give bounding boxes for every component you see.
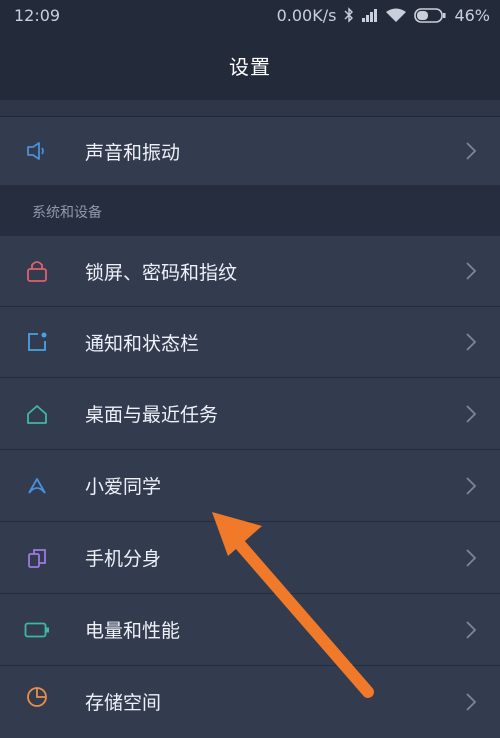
speaker-icon: [24, 138, 50, 164]
settings-item-label: 小爱同学: [85, 476, 162, 498]
settings-item-desktop[interactable]: 桌面与最近任务: [0, 378, 500, 450]
section-header-system-devices: 系统和设备: [0, 186, 500, 236]
settings-item-label: 锁屏、密码和指纹: [85, 261, 238, 284]
lock-icon: [24, 258, 50, 284]
settings-item-sound[interactable]: 声音和振动: [0, 117, 500, 186]
page-header: 设置: [0, 30, 500, 100]
status-time: 12:09: [14, 5, 61, 25]
settings-item-second-space[interactable]: 手机分身: [0, 522, 500, 594]
status-bar: 12:09 0.00K/s 46%: [0, 0, 500, 30]
settings-item-label: 手机分身: [85, 548, 162, 570]
settings-item-label: 声音和振动: [85, 141, 181, 164]
settings-item-notifications[interactable]: 通知和状态栏: [0, 307, 500, 378]
notification-icon: [24, 329, 50, 355]
settings-item-storage[interactable]: 存储空间: [0, 666, 500, 738]
battery-icon: [414, 7, 446, 23]
settings-item-label: 桌面与最近任务: [85, 404, 219, 426]
chevron-right-icon: [466, 548, 477, 567]
xiaoai-icon: [24, 473, 50, 499]
chevron-right-icon: [466, 333, 477, 351]
bluetooth-icon: [344, 7, 354, 23]
chevron-right-icon: [466, 142, 477, 160]
storage-icon: [24, 684, 50, 710]
chevron-right-icon: [466, 262, 477, 280]
settings-item-lockscreen[interactable]: 锁屏、密码和指纹: [0, 236, 500, 307]
chevron-right-icon: [466, 693, 477, 711]
list-top-spacer: [0, 100, 500, 117]
chevron-right-icon: [466, 620, 477, 639]
chevron-right-icon: [466, 476, 477, 495]
battery-percent: 46%: [454, 5, 490, 25]
home-icon: [24, 401, 50, 427]
settings-item-xiaoai[interactable]: 小爱同学: [0, 450, 500, 522]
settings-item-label: 通知和状态栏: [85, 332, 200, 355]
page-title: 设置: [229, 54, 271, 79]
wifi-icon: [386, 8, 407, 23]
section-title: 系统和设备: [32, 205, 102, 221]
status-icons: 0.00K/s 46%: [277, 6, 490, 25]
settings-item-battery[interactable]: 电量和性能: [0, 594, 500, 666]
network-speed: 0.00K/s: [276, 5, 337, 25]
signal-icon: [362, 8, 378, 22]
settings-item-label: 电量和性能: [85, 620, 181, 642]
chevron-right-icon: [466, 404, 477, 423]
clone-icon: [24, 545, 50, 571]
battery-perf-icon: [24, 617, 50, 643]
